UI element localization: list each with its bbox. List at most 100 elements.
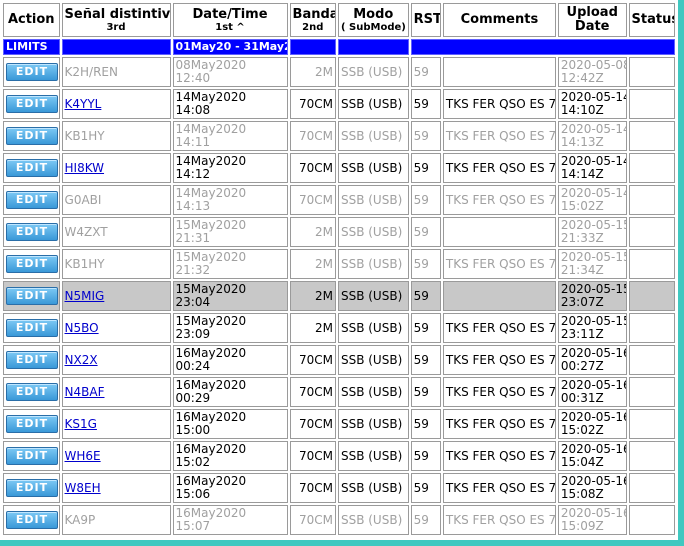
comment-cell: TKS FER QSO ES 73: [442, 249, 556, 279]
band-cell: 70CM: [289, 153, 336, 183]
status-cell: [628, 505, 675, 535]
col-callsign[interactable]: Señal distintiva 3rd: [61, 3, 171, 37]
comment-cell: TKS FER QSO ES 73: [442, 473, 556, 503]
edit-button[interactable]: EDIT: [6, 127, 58, 145]
table-row: EDIT NX2X 16May2020 00:24 70CM SSB (USB) 59 TKS…: [3, 345, 675, 375]
qso-datetime: 14May2020 14:11: [172, 121, 288, 151]
band-cell: 70CM: [289, 345, 336, 375]
callsign-link[interactable]: HI8KW: [65, 161, 105, 175]
rst-cell: 59: [410, 153, 441, 183]
mode-cell: SSB (USB): [337, 441, 409, 471]
qso-datetime: 16May2020 15:02: [172, 441, 288, 471]
col-band[interactable]: Banda 2nd: [289, 3, 336, 37]
status-cell: [628, 57, 675, 87]
edit-button[interactable]: EDIT: [6, 415, 58, 433]
mode-cell: SSB (USB): [337, 57, 409, 87]
upload-date: 2020-05-16 00:27Z: [557, 345, 627, 375]
rst-cell: 59: [410, 377, 441, 407]
table-row: EDIT W4ZXT 15May2020 21:31 2M SSB (USB) 59 2020…: [3, 217, 675, 247]
band-cell: 70CM: [289, 89, 336, 119]
band-cell: 70CM: [289, 441, 336, 471]
callsign-text: G0ABI: [64, 192, 102, 207]
comment-cell: [442, 217, 556, 247]
col-mode[interactable]: Modo( SubMode): [337, 3, 409, 37]
qso-datetime: 16May2020 15:00: [172, 409, 288, 439]
upload-date: 2020-05-14 15:02Z: [557, 185, 627, 215]
edit-button[interactable]: EDIT: [6, 63, 58, 81]
rst-cell: 59: [410, 249, 441, 279]
band-cell: 2M: [289, 217, 336, 247]
band-cell: 2M: [289, 313, 336, 343]
edit-button[interactable]: EDIT: [6, 479, 58, 497]
callsign-link[interactable]: N5MIG: [65, 289, 105, 303]
band-cell: 70CM: [289, 409, 336, 439]
edit-button[interactable]: EDIT: [6, 223, 58, 241]
table-row: EDIT N5MIG 15May2020 23:04 2M SSB (USB) 59 2020…: [3, 281, 675, 311]
band-cell: 2M: [289, 281, 336, 311]
edit-button[interactable]: EDIT: [6, 319, 58, 337]
comment-cell: TKS FER QSO ES 73: [442, 121, 556, 151]
rst-cell: 59: [410, 121, 441, 151]
edit-button[interactable]: EDIT: [6, 351, 58, 369]
qso-datetime: 15May2020 21:32: [172, 249, 288, 279]
edit-button[interactable]: EDIT: [6, 447, 58, 465]
col-comments[interactable]: Comments: [442, 3, 556, 37]
status-cell: [628, 473, 675, 503]
edit-button[interactable]: EDIT: [6, 191, 58, 209]
mode-cell: SSB (USB): [337, 153, 409, 183]
upload-date: 2020-05-16 00:31Z: [557, 377, 627, 407]
callsign-link[interactable]: NX2X: [65, 353, 98, 367]
col-upload[interactable]: Upload Date: [557, 3, 627, 37]
callsign-link[interactable]: W8EH: [65, 481, 101, 495]
comment-cell: TKS FER QSO ES 73: [442, 441, 556, 471]
comment-cell: [442, 57, 556, 87]
qso-datetime: 16May2020 00:24: [172, 345, 288, 375]
callsign-link[interactable]: N5BO: [65, 321, 99, 335]
rst-cell: 59: [410, 505, 441, 535]
table-row: EDIT W8EH 16May2020 15:06 70CM SSB (USB) 59 TKS…: [3, 473, 675, 503]
band-cell: 70CM: [289, 377, 336, 407]
edit-button[interactable]: EDIT: [6, 159, 58, 177]
col-rst[interactable]: RST: [410, 3, 441, 37]
col-action[interactable]: Action: [3, 3, 60, 37]
qso-datetime: 14May2020 14:13: [172, 185, 288, 215]
edit-button[interactable]: EDIT: [6, 287, 58, 305]
callsign-text: KB1HY: [64, 128, 105, 143]
upload-date: 2020-05-16 15:02Z: [557, 409, 627, 439]
table-row: EDIT G0ABI 14May2020 14:13 70CM SSB (USB) 59 TK…: [3, 185, 675, 215]
col-datetime[interactable]: Date/Time 1st ^: [172, 3, 288, 37]
upload-date: 2020-05-14 14:14Z: [557, 153, 627, 183]
band-cell: 70CM: [289, 505, 336, 535]
status-cell: [628, 409, 675, 439]
rst-cell: 59: [410, 57, 441, 87]
mode-cell: SSB (USB): [337, 473, 409, 503]
table-row: EDIT WH6E 16May2020 15:02 70CM SSB (USB) 59 TKS…: [3, 441, 675, 471]
qso-datetime: 15May2020 23:09: [172, 313, 288, 343]
limits-range: 01May20 - 31May20: [172, 39, 288, 55]
comment-cell: TKS FER QSO ES 73: [442, 185, 556, 215]
mode-cell: SSB (USB): [337, 249, 409, 279]
qso-datetime: 16May2020 15:06: [172, 473, 288, 503]
mode-cell: SSB (USB): [337, 409, 409, 439]
band-cell: 70CM: [289, 121, 336, 151]
table-row: EDIT N4BAF 16May2020 00:29 70CM SSB (USB) 59 TK…: [3, 377, 675, 407]
callsign-link[interactable]: WH6E: [65, 449, 101, 463]
callsign-link[interactable]: K4YYL: [65, 97, 102, 111]
table-row: EDIT K4YYL 14May2020 14:08 70CM SSB (USB) 59 TK…: [3, 89, 675, 119]
mode-cell: SSB (USB): [337, 313, 409, 343]
callsign-link[interactable]: KS1G: [65, 417, 97, 431]
rst-cell: 59: [410, 473, 441, 503]
table-row: EDIT K2H/REN 08May2020 12:40 2M SSB (USB) 59 20…: [3, 57, 675, 87]
band-cell: 2M: [289, 249, 336, 279]
comment-cell: TKS FER QSO ES 73: [442, 153, 556, 183]
status-cell: [628, 441, 675, 471]
edit-button[interactable]: EDIT: [6, 255, 58, 273]
callsign-text: KA9P: [64, 512, 96, 527]
edit-button[interactable]: EDIT: [6, 95, 58, 113]
col-status[interactable]: Status: [628, 3, 675, 37]
edit-button[interactable]: EDIT: [6, 511, 58, 529]
status-cell: [628, 89, 675, 119]
edit-button[interactable]: EDIT: [6, 383, 58, 401]
rst-cell: 59: [410, 345, 441, 375]
callsign-link[interactable]: N4BAF: [65, 385, 105, 399]
